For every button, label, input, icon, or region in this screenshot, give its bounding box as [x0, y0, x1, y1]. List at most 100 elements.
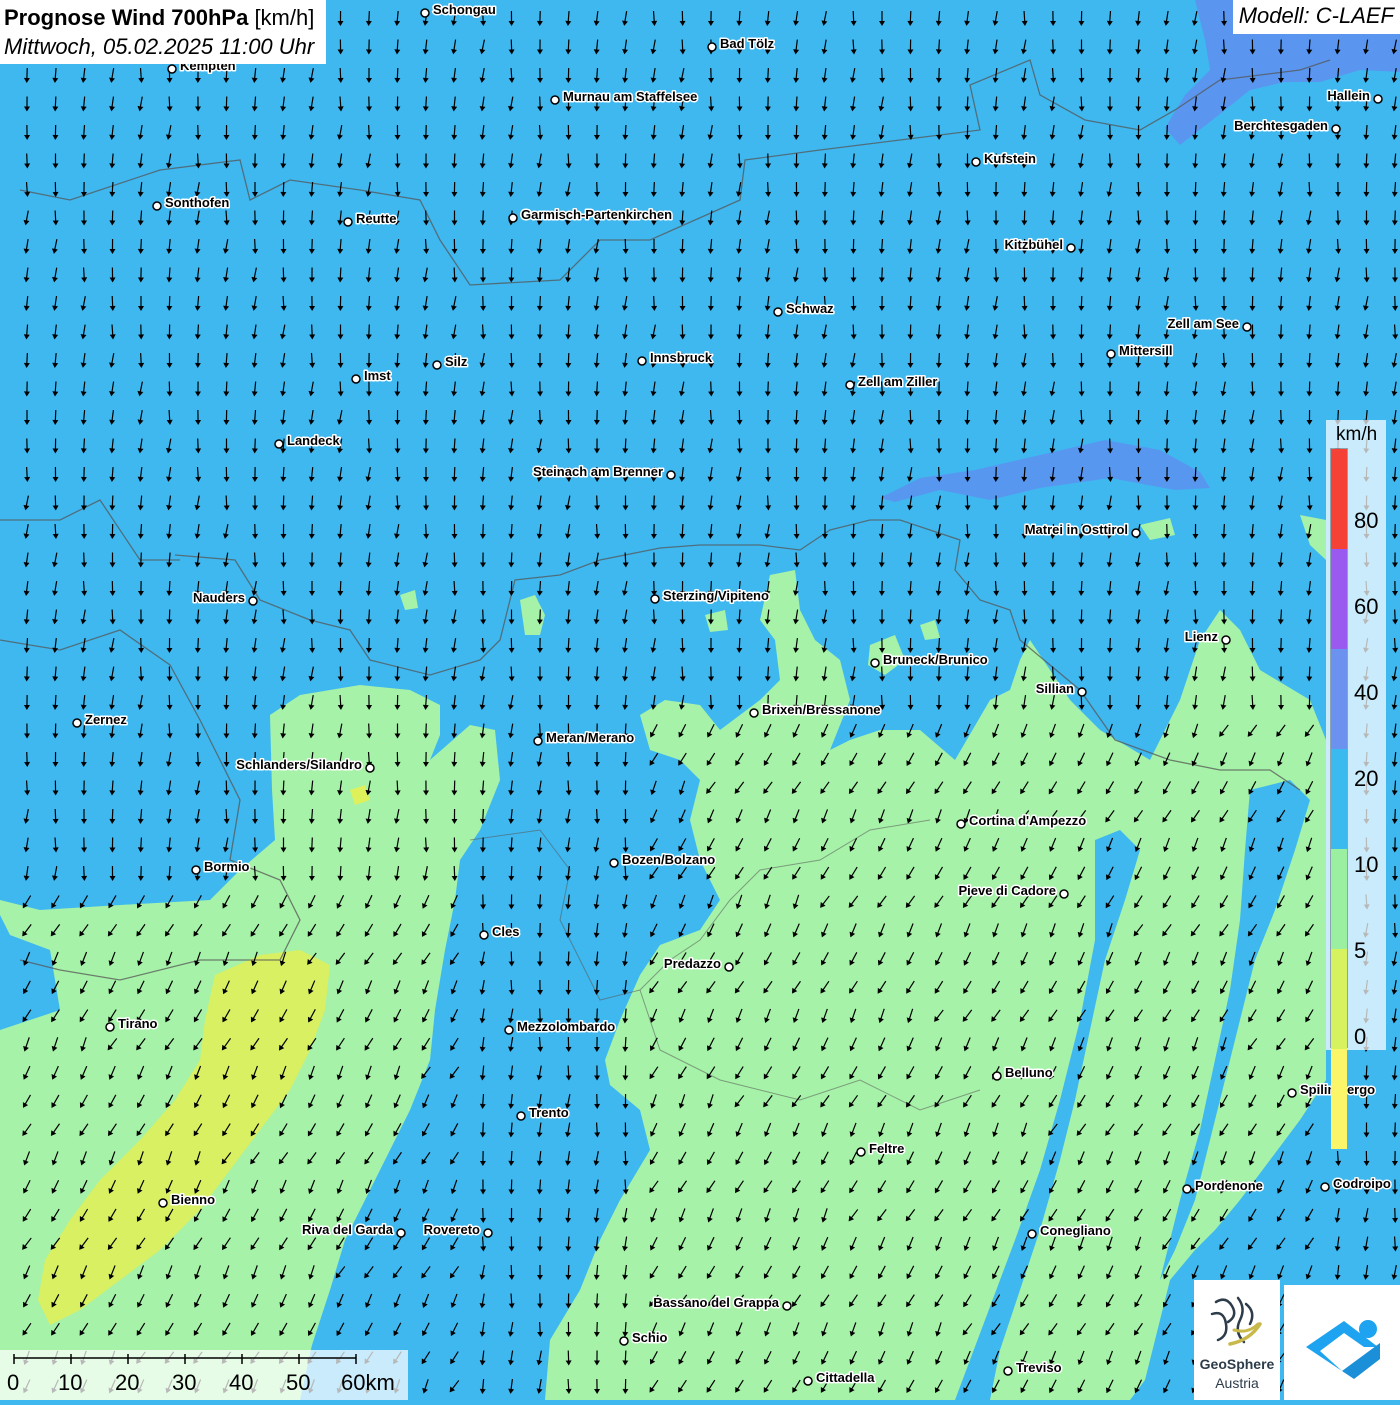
- city-marker: Bassano del Grappa: [653, 1295, 791, 1310]
- legend-color-segment: [1331, 549, 1347, 649]
- city-label: Sonthofen: [165, 195, 229, 210]
- city-label: Bormio: [204, 859, 250, 874]
- city-dot: [708, 43, 716, 51]
- city-dot: [1004, 1367, 1012, 1375]
- scale-label-0: 0: [7, 1370, 19, 1396]
- cloud-arrow-icon: [1284, 1285, 1400, 1400]
- scale-label-50: 50: [286, 1370, 310, 1396]
- legend-tick-80: 80: [1354, 508, 1378, 534]
- city-dot: [159, 1199, 167, 1207]
- legend-color-segment: [1331, 1049, 1347, 1149]
- geosphere-logo-line1: GeoSphere: [1194, 1356, 1280, 1372]
- city-dot: [352, 375, 360, 383]
- city-label: Rovereto: [424, 1222, 480, 1237]
- city-dot: [1107, 350, 1115, 358]
- city-marker: Cortina d'Ampezzo: [957, 813, 1086, 828]
- legend-color-segment: [1331, 649, 1347, 749]
- city-label: Kitzbühel: [1005, 237, 1064, 252]
- city-dot: [857, 1148, 865, 1156]
- city-dot: [774, 308, 782, 316]
- city-marker: Sonthofen: [153, 195, 229, 210]
- city-dot: [421, 9, 429, 17]
- city-label: Tirano: [118, 1016, 158, 1031]
- city-dot: [651, 595, 659, 603]
- city-dot: [1321, 1183, 1329, 1191]
- city-dot: [1078, 688, 1086, 696]
- city-dot: [192, 866, 200, 874]
- city-label: Schwaz: [786, 301, 834, 316]
- city-label: Silz: [445, 354, 468, 369]
- city-dot: [509, 214, 517, 222]
- city-marker: Matrei in Osttirol: [1025, 522, 1140, 537]
- city-label: Belluno: [1005, 1065, 1053, 1080]
- city-dot: [1374, 95, 1382, 103]
- scale-bar: 0 10 20 30 40 50 60km: [0, 1350, 408, 1400]
- legend-tick-5: 5: [1354, 938, 1366, 964]
- city-label: Sillian: [1036, 681, 1074, 696]
- city-dot: [846, 381, 854, 389]
- city-marker: Berchtesgaden: [1234, 118, 1340, 133]
- city-dot: [480, 931, 488, 939]
- page-title: Prognose Wind 700hPa [km/h]: [4, 3, 314, 32]
- city-dot: [551, 96, 559, 104]
- city-label: Cittadella: [816, 1370, 875, 1385]
- city-label: Bad Tölz: [720, 36, 775, 51]
- city-dot: [750, 709, 758, 717]
- city-dot: [1132, 529, 1140, 537]
- city-label: Meran/Merano: [546, 730, 634, 745]
- city-dot: [153, 202, 161, 210]
- city-label: Garmisch-Partenkirchen: [521, 207, 672, 222]
- city-dot: [433, 361, 441, 369]
- geosphere-logo[interactable]: GeoSphere Austria: [1194, 1280, 1280, 1400]
- city-marker: Zell am Ziller: [846, 374, 937, 389]
- city-dot: [1288, 1089, 1296, 1097]
- city-label: Zell am Ziller: [858, 374, 937, 389]
- city-label: Pordenone: [1195, 1178, 1263, 1193]
- city-dot: [725, 963, 733, 971]
- city-dot: [783, 1302, 791, 1310]
- legend-color-bar: [1330, 448, 1348, 1048]
- city-label: Landeck: [287, 433, 341, 448]
- city-label: Riva del Garda: [302, 1222, 394, 1237]
- city-marker: Murnau am Staffelsee: [551, 89, 697, 104]
- city-label: Zernez: [85, 712, 127, 727]
- city-dot: [620, 1337, 628, 1345]
- geosphere-logo-line2: Austria: [1194, 1375, 1280, 1391]
- city-label: Zell am See: [1167, 316, 1239, 331]
- app-logo[interactable]: [1284, 1285, 1400, 1400]
- city-marker: Meran/Merano: [534, 730, 634, 745]
- city-label: Bozen/Bolzano: [622, 852, 715, 867]
- city-label: Sterzing/Vipiteno: [663, 588, 769, 603]
- city-dot: [1222, 636, 1230, 644]
- city-marker: Garmisch-Partenkirchen: [509, 207, 672, 222]
- city-marker: Brixen/Bressanone: [750, 702, 881, 717]
- city-label: Lienz: [1185, 629, 1219, 644]
- city-marker: Bozen/Bolzano: [610, 852, 715, 867]
- city-label: Innsbruck: [650, 350, 713, 365]
- city-marker: Schlanders/Silandro: [236, 757, 374, 772]
- scale-label-60km: 60km: [341, 1370, 395, 1396]
- city-label: Schongau: [433, 2, 496, 17]
- legend-tick-40: 40: [1354, 680, 1378, 706]
- scale-label-10: 10: [58, 1370, 82, 1396]
- legend-tick-0: 0: [1354, 1024, 1366, 1050]
- color-legend: km/h 80 60 40 20 10 5 0: [1326, 420, 1386, 1050]
- city-label: Treviso: [1016, 1360, 1062, 1375]
- legend-color-segment: [1331, 849, 1347, 949]
- city-label: Hallein: [1327, 88, 1370, 103]
- city-dot: [275, 440, 283, 448]
- city-dot: [871, 659, 879, 667]
- city-dot: [667, 471, 675, 479]
- city-marker: Sterzing/Vipiteno: [651, 588, 769, 603]
- city-dot: [73, 719, 81, 727]
- city-marker: Conegliano: [1028, 1223, 1111, 1238]
- city-dot: [957, 820, 965, 828]
- city-dot: [534, 737, 542, 745]
- city-dot: [1332, 125, 1340, 133]
- city-label: Predazzo: [664, 956, 721, 971]
- city-label: Codroipo: [1333, 1176, 1391, 1191]
- city-label: Bassano del Grappa: [653, 1295, 779, 1310]
- city-label: Bruneck/Brunico: [883, 652, 988, 667]
- city-marker: Bruneck/Brunico: [871, 652, 988, 667]
- city-marker: Pieve di Cadore: [958, 883, 1068, 898]
